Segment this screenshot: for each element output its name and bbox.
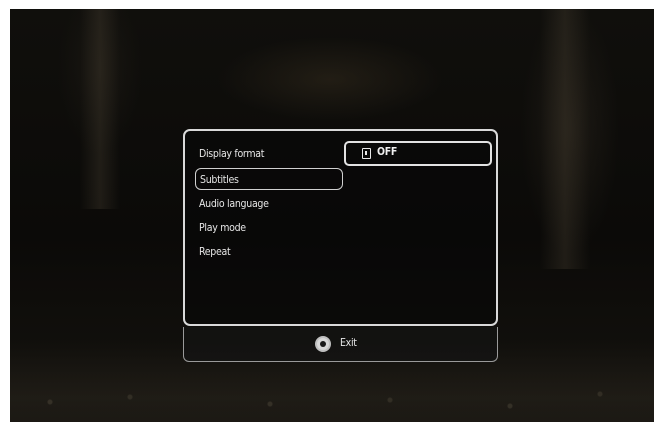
background-pillar	[80, 9, 120, 209]
exit-button-icon	[315, 336, 331, 352]
exit-label: Exit	[340, 337, 357, 349]
subtitle-off-icon	[362, 148, 371, 159]
menu-item-subtitles[interactable]: Subtitles	[195, 168, 343, 190]
settings-menu-panel: Display format Subtitles Audio language …	[183, 129, 498, 326]
option-value: OFF	[377, 146, 398, 158]
subtitle-option-off[interactable]: OFF	[344, 141, 492, 166]
background-pillar	[540, 9, 590, 269]
menu-item-audio-language[interactable]: Audio language	[199, 193, 269, 215]
video-screen: Display format Subtitles Audio language …	[10, 9, 654, 422]
menu-item-play-mode[interactable]: Play mode	[199, 217, 246, 239]
exit-button[interactable]: Exit	[183, 327, 498, 362]
menu-item-display-format[interactable]: Display format	[199, 143, 264, 165]
menu-item-repeat[interactable]: Repeat	[199, 241, 231, 263]
